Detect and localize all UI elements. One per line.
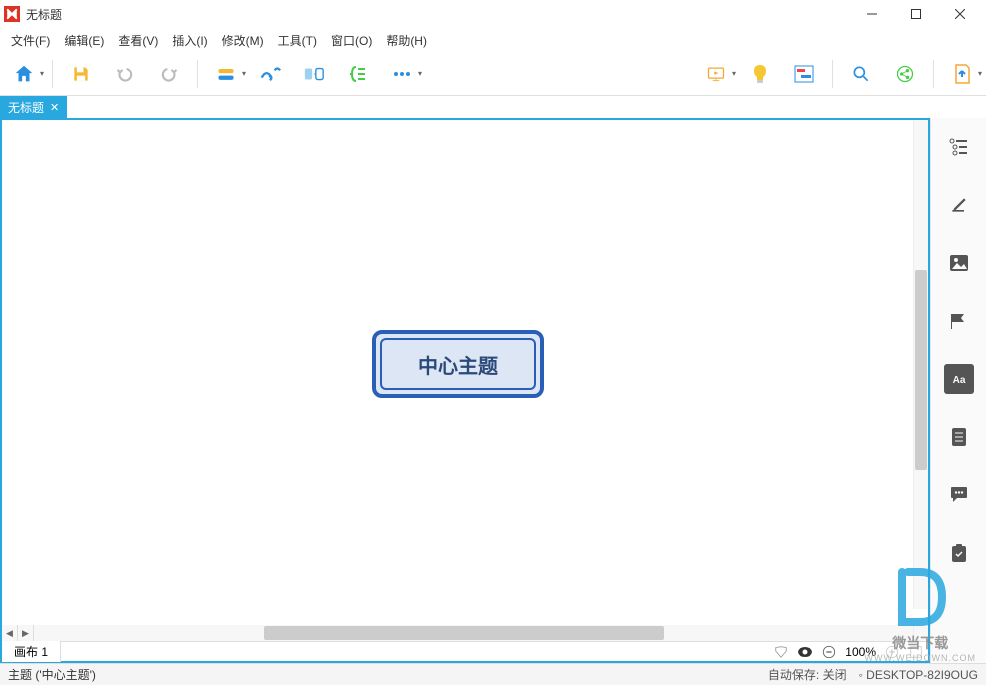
menu-file[interactable]: 文件(F) (4, 29, 57, 52)
scrollbar-thumb[interactable] (264, 626, 664, 640)
maximize-button[interactable] (894, 0, 938, 28)
status-autosave: 自动保存: 关闭 (768, 666, 847, 683)
work-area: 中心主题 ◀ ▶ 画布 1 100% Aa (0, 118, 986, 663)
format-panel-button[interactable] (944, 190, 974, 220)
share-button[interactable] (889, 58, 921, 90)
window-title: 无标题 (26, 6, 850, 23)
menu-edit[interactable]: 编辑(E) (57, 29, 111, 52)
status-bar: 主题 ('中心主题') 自动保存: 关闭 ◦ DESKTOP-82I9OUG (0, 663, 986, 685)
save-button[interactable] (65, 58, 97, 90)
redo-button[interactable] (153, 58, 185, 90)
sheet-tab[interactable]: 画布 1 (2, 641, 61, 662)
toolbar: ▾ ▾ ▾ ▾ ▾ (0, 52, 986, 96)
notes-panel-button[interactable] (944, 422, 974, 452)
canvas-container: 中心主题 ◀ ▶ 画布 1 100% (0, 118, 930, 663)
menu-tools[interactable]: 工具(T) (271, 29, 324, 52)
marker-panel-button[interactable] (944, 306, 974, 336)
central-topic-node[interactable]: 中心主题 (372, 330, 544, 398)
task-panel-button[interactable] (944, 538, 974, 568)
separator (197, 60, 198, 88)
close-button[interactable] (938, 0, 982, 28)
document-tab[interactable]: 无标题 ✕ (0, 96, 67, 118)
zoom-level[interactable]: 100% (841, 645, 880, 659)
svg-text:Aa: Aa (952, 375, 965, 386)
scroll-left-icon[interactable]: ◀ (2, 625, 18, 641)
gantt-button[interactable] (788, 58, 820, 90)
fit-button[interactable] (904, 645, 928, 659)
scrollbar-thumb[interactable] (915, 270, 927, 470)
image-panel-button[interactable] (944, 248, 974, 278)
sheet-bar: 画布 1 100% (2, 641, 928, 661)
central-topic-text: 中心主题 (418, 350, 498, 379)
zoom-out-button[interactable] (817, 645, 841, 659)
filter-icon[interactable] (769, 645, 793, 659)
comments-panel-button[interactable] (944, 480, 974, 510)
menu-view[interactable]: 查看(V) (111, 29, 165, 52)
tab-close-icon[interactable]: ✕ (50, 101, 59, 114)
separator (933, 60, 934, 88)
export-button[interactable]: ▾ (946, 58, 978, 90)
scroll-right-icon[interactable]: ▶ (18, 625, 34, 641)
menubar: 文件(F) 编辑(E) 查看(V) 插入(I) 修改(M) 工具(T) 窗口(O… (0, 28, 986, 52)
boundary-button[interactable] (298, 58, 330, 90)
undo-button[interactable] (109, 58, 141, 90)
outline-panel-button[interactable] (944, 132, 974, 162)
menu-modify[interactable]: 修改(M) (215, 29, 271, 52)
menu-insert[interactable]: 插入(I) (165, 29, 214, 52)
relationship-button[interactable] (254, 58, 286, 90)
minimize-button[interactable] (850, 0, 894, 28)
separator (52, 60, 53, 88)
tab-label: 无标题 (8, 99, 44, 116)
search-button[interactable] (845, 58, 877, 90)
status-topic: 主题 ('中心主题') (8, 666, 96, 683)
more-button[interactable]: ▾ (386, 58, 418, 90)
horizontal-scrollbar[interactable]: ◀ ▶ (2, 625, 928, 641)
vertical-scrollbar[interactable] (913, 120, 928, 609)
presentation-button[interactable]: ▾ (700, 58, 732, 90)
home-button[interactable]: ▾ (8, 58, 40, 90)
mindmap-canvas[interactable]: 中心主题 (2, 120, 928, 625)
visibility-icon[interactable] (793, 646, 817, 658)
brainstorm-button[interactable] (744, 58, 776, 90)
zoom-in-button[interactable] (880, 645, 904, 659)
summary-button[interactable] (342, 58, 374, 90)
topic-button[interactable]: ▾ (210, 58, 242, 90)
text-panel-button[interactable]: Aa (944, 364, 974, 394)
side-panel: Aa (930, 118, 986, 663)
document-tabbar: 无标题 ✕ (0, 96, 986, 118)
titlebar: 无标题 (0, 0, 986, 28)
menu-help[interactable]: 帮助(H) (379, 29, 434, 52)
status-computer: ◦ DESKTOP-82I9OUG (859, 668, 978, 682)
menu-window[interactable]: 窗口(O) (324, 29, 379, 52)
app-icon (4, 6, 20, 22)
separator (832, 60, 833, 88)
